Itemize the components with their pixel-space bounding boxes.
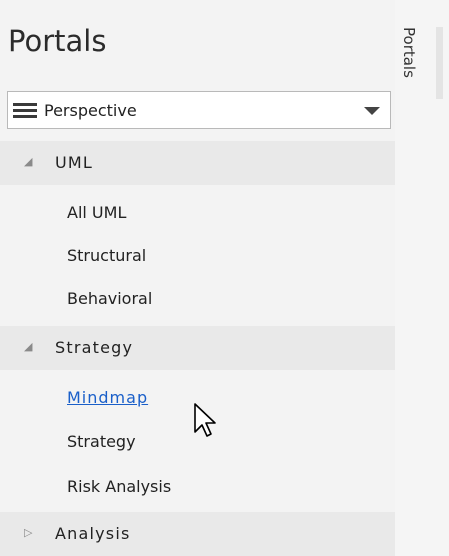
group-label: UML: [55, 153, 94, 172]
portal-item-mindmap[interactable]: Mindmap: [67, 388, 148, 407]
group-header-strategy[interactable]: ◢ Strategy: [0, 326, 395, 370]
side-tab-label: Portals: [400, 27, 418, 78]
portals-panel: Portals Perspective ◢ UML All UML Struct…: [0, 0, 395, 556]
perspective-label: Perspective: [44, 101, 137, 120]
side-tab-portals[interactable]: Portals: [398, 27, 432, 95]
chevron-down-icon: [364, 107, 380, 115]
collapsed-triangle-icon: ▷: [24, 526, 33, 539]
panel-title: Portals: [8, 24, 107, 58]
portal-item-risk-analysis[interactable]: Risk Analysis: [67, 477, 171, 496]
portal-item-behavioral[interactable]: Behavioral: [67, 289, 152, 308]
mouse-cursor-icon: [194, 403, 216, 437]
portal-item-strategy[interactable]: Strategy: [67, 432, 136, 451]
group-label: Strategy: [55, 338, 134, 357]
portal-item-structural[interactable]: Structural: [67, 246, 146, 265]
portal-item-all-uml[interactable]: All UML: [67, 203, 126, 222]
side-tab-scrollbar[interactable]: [436, 27, 443, 99]
group-label: Analysis: [55, 524, 131, 543]
side-tab-strip: Portals: [395, 0, 449, 556]
group-header-uml[interactable]: ◢ UML: [0, 141, 395, 185]
portals-window: Portals Perspective ◢ UML All UML Struct…: [0, 0, 449, 556]
expanded-triangle-icon: ◢: [24, 155, 33, 168]
expanded-triangle-icon: ◢: [24, 340, 33, 353]
perspective-dropdown[interactable]: Perspective: [7, 91, 391, 129]
hamburger-icon: [13, 103, 37, 119]
group-header-analysis[interactable]: ▷ Analysis: [0, 512, 395, 556]
